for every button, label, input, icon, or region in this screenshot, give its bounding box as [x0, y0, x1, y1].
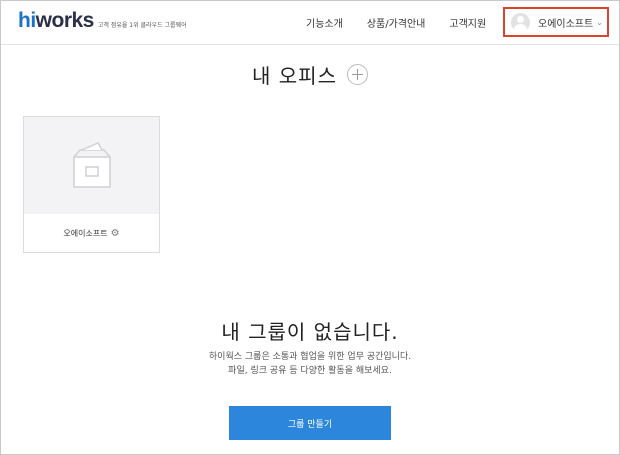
office-thumbnail: [24, 117, 159, 214]
nav-item-features[interactable]: 기능소개: [306, 15, 343, 30]
top-header: hiworks 고객 점유율 1위 클라우드 그룹웨어 기능소개 상품/가격안내…: [1, 1, 619, 45]
empty-state-description: 하이웍스 그룹은 소통과 협업을 위한 업무 공간입니다. 파일, 링크 공유 …: [0, 350, 620, 378]
avatar: [511, 12, 530, 32]
main-nav: 기능소개 상품/가격안내 고객지원: [306, 1, 510, 44]
logo-wordmark: hiworks: [18, 9, 94, 32]
gear-icon[interactable]: ⚙: [111, 228, 120, 239]
office-name: 오에이소프트: [63, 228, 108, 238]
office-card[interactable]: 오에이소프트 ⚙: [23, 116, 160, 253]
chevron-down-icon: ⌄: [596, 17, 603, 27]
empty-desc-line-1: 하이웍스 그룹은 소통과 협업을 위한 업무 공간입니다.: [208, 352, 412, 362]
add-office-button[interactable]: [346, 64, 368, 85]
profile-name: 오에이소프트: [538, 18, 594, 30]
page-title: 내 오피스: [252, 64, 337, 88]
logo-tagline: 고객 점유율 1위 클라우드 그룹웨어: [97, 22, 187, 29]
nav-item-support[interactable]: 고객지원: [449, 15, 486, 30]
profile-menu[interactable]: 오에이소프트 ⌄: [503, 7, 609, 37]
office-card-label: 오에이소프트 ⚙: [24, 214, 159, 252]
empty-state-title: 내 그룹이 없습니다.: [221, 320, 399, 344]
nav-item-pricing[interactable]: 상품/가격안내: [367, 15, 426, 30]
create-group-button[interactable]: 그룹 만들기: [229, 406, 391, 440]
hiworks-logo[interactable]: hiworks 고객 점유율 1위 클라우드 그룹웨어: [18, 10, 187, 32]
office-section-title: 내 오피스: [0, 60, 620, 89]
office-folder-icon: [73, 142, 111, 188]
empty-desc-line-2: 파일, 링크 공유 등 다양한 활동을 해보세요.: [228, 366, 392, 376]
